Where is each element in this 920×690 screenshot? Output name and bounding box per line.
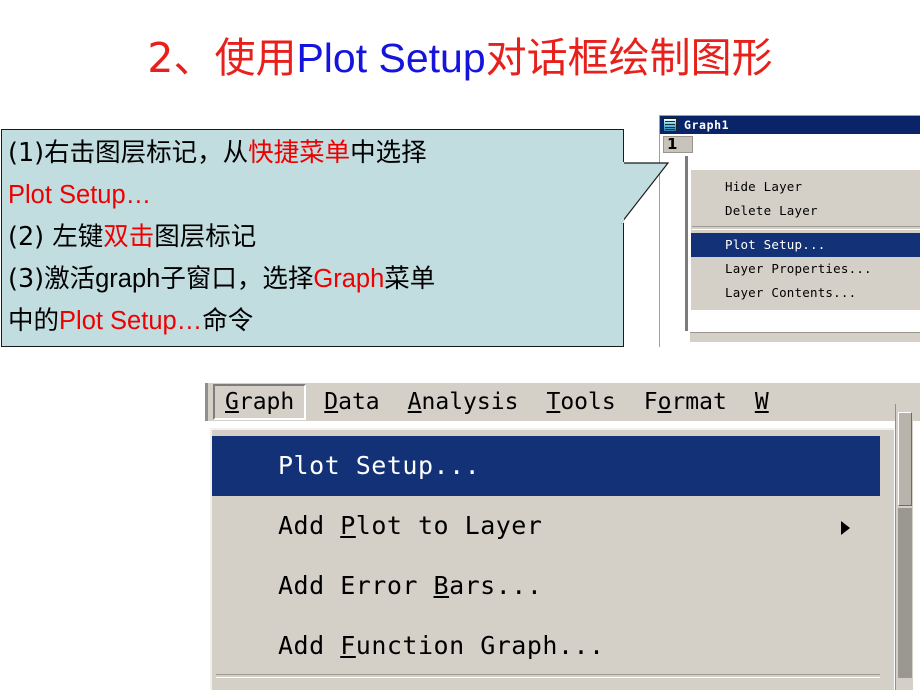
callout-text-run: 子窗口，选择 — [160, 264, 314, 294]
menu-mnemonic: D — [324, 389, 339, 415]
callout-text-run: 中的 — [8, 306, 60, 336]
callout-text-run: (3)激活 — [8, 264, 96, 294]
callout-text-run: Graph — [313, 265, 385, 293]
callout-text-run: (2) 左键 — [8, 222, 104, 252]
callout-text-run: (1)右击图层标记，从 — [8, 138, 249, 168]
submenu-arrow-icon — [841, 521, 850, 535]
graph-window-titlebar[interactable]: Graph1 — [660, 116, 920, 134]
callout-text-run: 双击 — [103, 222, 155, 252]
menu-analysis[interactable]: Analysis — [398, 386, 529, 418]
context-menu-item-layer-properties[interactable]: Layer Properties... — [691, 257, 920, 281]
menu-graph[interactable]: Graph — [213, 384, 307, 420]
menu-mnemonic: W — [754, 389, 769, 415]
graph-vertical-axis — [685, 156, 688, 331]
menu-format[interactable]: Format — [634, 386, 737, 418]
callout-text-run: Plot Setup… — [59, 307, 203, 335]
context-menu-item-layer-contents[interactable]: Layer Contents... — [691, 281, 920, 305]
instruction-callout-text: (1)右击图层标记，从快捷菜单中选择 Plot Setup… (2) 左键双击图层标… — [8, 132, 620, 342]
menu-mnemonic: G — [225, 389, 239, 415]
context-menu-item-delete-layer[interactable]: Delete Layer — [691, 199, 920, 223]
instruction-callout: (1)右击图层标记，从快捷菜单中选择 Plot Setup… (2) 左键双击图层标… — [1, 129, 624, 347]
menu-tools[interactable]: Tools — [536, 386, 625, 418]
scrollbar-track[interactable] — [898, 508, 912, 678]
dropdown-item-add-plot-to-layer[interactable]: Add Plot to Layer — [212, 496, 894, 556]
callout-text-run: 命令 — [202, 306, 254, 336]
dropdown-item-add-error-bars[interactable]: Add Error Bars... — [212, 556, 894, 616]
dropdown-item-add-function-graph[interactable]: Add Function Graph... — [212, 616, 894, 676]
menu-mnemonic: B — [433, 571, 450, 600]
callout-text-run: 菜单 — [384, 264, 436, 294]
callout-text-run: graph — [95, 265, 161, 293]
layer-context-menu[interactable]: Hide Layer Delete Layer Plot Setup... Layer… — [690, 169, 920, 310]
callout-text-run: 快捷菜单 — [248, 138, 351, 168]
dropdown-item-plot-setup[interactable]: Plot Setup... — [212, 436, 880, 496]
callout-pointer-tail — [612, 162, 670, 224]
callout-text-run: 图层标记 — [154, 222, 257, 252]
menu-bar: Graph Data Analysis Tools Format W — [205, 383, 920, 421]
menu-mnemonic: o — [657, 389, 672, 415]
page-title-part-0: 2、使用 — [147, 34, 297, 82]
callout-line: Plot Setup… — [8, 174, 620, 216]
callout-line: 中的Plot Setup…命令 — [8, 300, 620, 342]
graph-window-icon — [663, 118, 677, 132]
callout-line: (3)激活graph子窗口，选择Graph菜单 — [8, 258, 620, 300]
menu-data[interactable]: Data — [314, 386, 389, 418]
scrollbar-thumb[interactable] — [898, 412, 912, 506]
callout-text-run: Plot Setup… — [8, 181, 152, 209]
context-menu-item-plot-setup[interactable]: Plot Setup... — [691, 233, 920, 257]
menu-w[interactable]: W — [745, 386, 779, 418]
menu-separator — [692, 226, 920, 230]
menu-mnemonic: P — [340, 511, 356, 540]
menu-mnemonic: F — [340, 631, 356, 660]
callout-line: (2) 左键双击图层标记 — [8, 216, 620, 258]
callout-text-run: 中选择 — [350, 138, 427, 168]
menu-separator — [216, 674, 880, 678]
callout-line: (1)右击图层标记，从快捷菜单中选择 — [8, 132, 620, 174]
graph-horizontal-scrollbar[interactable] — [690, 332, 920, 342]
menu-mnemonic: A — [407, 389, 422, 415]
context-menu-item-hide-layer[interactable]: Hide Layer — [691, 175, 920, 199]
menu-mnemonic: T — [546, 389, 561, 415]
page-title-part-1: Plot Setup — [296, 35, 486, 81]
vertical-scrollbar[interactable] — [895, 404, 913, 690]
page-title-part-2: 对话框绘制图形 — [485, 34, 773, 82]
page-title: 2、使用Plot Setup对话框绘制图形 — [0, 30, 920, 86]
menubar-left-edge — [205, 383, 208, 421]
graph-window-title: Graph1 — [684, 118, 730, 132]
graph-dropdown-menu[interactable]: Plot Setup... Add Plot to Layer Add Error … — [210, 428, 894, 690]
